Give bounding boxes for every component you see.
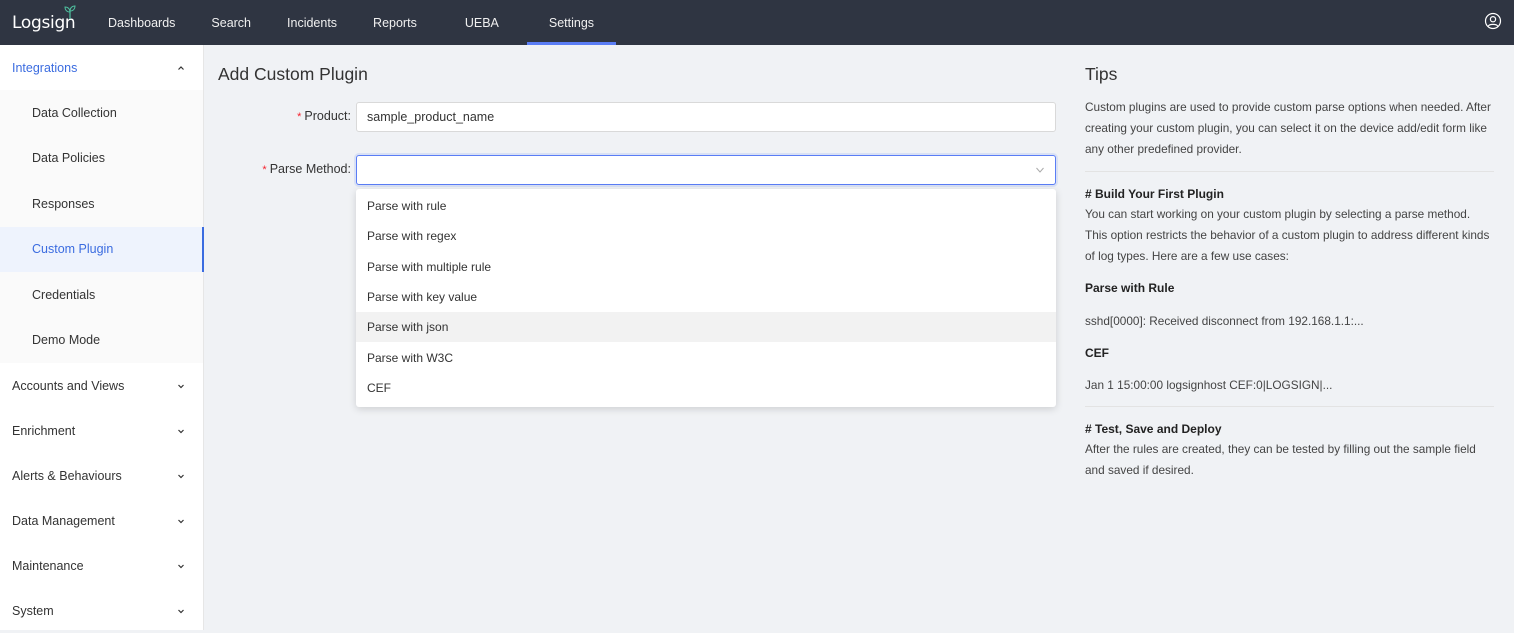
parse-method-dropdown: Parse with rule Parse with regex Parse w… (356, 189, 1056, 407)
deploy-heading: # Test, Save and Deploy (1085, 422, 1222, 436)
nav-search[interactable]: Search (193, 0, 269, 45)
product-label: * Product: (297, 109, 351, 123)
user-account-icon[interactable] (1484, 12, 1502, 30)
sidebar-item-label: Data Collection (32, 105, 117, 120)
chevron-down-icon (1036, 167, 1044, 173)
nav-label: Incidents (287, 15, 338, 30)
sidebar-group-system[interactable]: System (0, 588, 203, 633)
sidebar-group-data-management[interactable]: Data Management (0, 498, 203, 543)
deploy-text: After the rules are created, they can be… (1085, 442, 1476, 477)
option-parse-with-regex[interactable]: Parse with regex (356, 221, 1056, 251)
sidebar-group-alerts-behaviours[interactable]: Alerts & Behaviours (0, 453, 203, 498)
parse-method-select[interactable] (356, 155, 1056, 185)
option-parse-with-json[interactable]: Parse with json (356, 312, 1056, 343)
top-navbar: Logsign Dashboards Search Incidents Repo… (0, 0, 1514, 45)
sidebar-item-responses[interactable]: Responses (0, 181, 203, 227)
divider (1085, 406, 1494, 407)
sidebar-item-label: Custom Plugin (32, 242, 114, 257)
parse-method-label-text: Parse Method (269, 162, 348, 176)
required-marker: * (262, 164, 267, 176)
nav-ueba[interactable]: UEBA (435, 0, 527, 45)
nav-incidents[interactable]: Incidents (269, 0, 355, 45)
logsign-logo[interactable]: Logsign (0, 0, 108, 45)
rule-example: sshd[0000]: Received disconnect from 192… (1085, 314, 1364, 328)
sidebar-item-data-policies[interactable]: Data Policies (0, 136, 203, 182)
option-cef[interactable]: CEF (356, 373, 1056, 403)
nav-label: Dashboards (108, 15, 176, 30)
integrations-submenu: Data Collection Data Policies Responses … (0, 90, 204, 364)
chevron-down-icon (178, 519, 184, 523)
chevron-down-icon (178, 564, 184, 568)
option-parse-with-key-value[interactable]: Parse with key value (356, 282, 1056, 312)
nav-settings[interactable]: Settings (526, 0, 617, 45)
chevron-down-icon (178, 474, 184, 478)
divider (1085, 171, 1494, 172)
cef-example: Jan 1 15:00:00 logsignhost CEF:0|LOGSIGN… (1085, 378, 1333, 392)
cef-heading: CEF (1085, 346, 1109, 360)
sidebar-item-label: Responses (32, 196, 95, 211)
nav-label: Settings (548, 15, 595, 30)
custom-plugin-form: Add Custom Plugin * Product: sample_produ… (205, 45, 1065, 630)
chevron-down-icon (178, 384, 184, 388)
parse-method-label: * Parse Method: (262, 162, 351, 176)
sprout-icon (64, 5, 76, 19)
sidebar-item-label: Data Policies (32, 151, 105, 166)
sidebar-group-label: Data Management (12, 513, 115, 528)
product-label-text: Product (304, 109, 348, 123)
sidebar-group-label: Enrichment (12, 423, 76, 438)
chevron-down-icon (178, 429, 184, 433)
settings-sidebar: Integrations Data Collection Data Polici… (0, 45, 204, 630)
nav-reports[interactable]: Reports (355, 0, 435, 45)
page-title: Add Custom Plugin (218, 64, 368, 84)
sidebar-group-maintenance[interactable]: Maintenance (0, 543, 203, 588)
sidebar-item-demo-mode[interactable]: Demo Mode (0, 318, 203, 364)
tips-panel: Tips Custom plugins are used to provide … (1076, 45, 1496, 630)
sidebar-group-label: Accounts and Views (12, 378, 125, 393)
rule-heading: Parse with Rule (1085, 281, 1175, 295)
option-parse-with-multiple-rule[interactable]: Parse with multiple rule (356, 252, 1056, 282)
chevron-up-icon (178, 65, 184, 70)
sidebar-item-label: Credentials (32, 287, 96, 302)
nav-label: UEBA (464, 15, 499, 30)
sidebar-group-label: Integrations (12, 60, 78, 75)
sidebar-group-label: Maintenance (12, 558, 84, 573)
sidebar-item-custom-plugin[interactable]: Custom Plugin (0, 226, 204, 272)
required-marker: * (297, 111, 302, 123)
sidebar-group-label: Alerts & Behaviours (12, 468, 122, 483)
build-heading: # Build Your First Plugin (1085, 187, 1224, 201)
product-input[interactable]: sample_product_name (356, 102, 1056, 132)
chevron-down-icon (178, 609, 184, 613)
sidebar-group-integrations[interactable]: Integrations (0, 45, 203, 90)
option-parse-with-w3c[interactable]: Parse with W3C (356, 342, 1056, 372)
sidebar-group-accounts-and-views[interactable]: Accounts and Views (0, 363, 203, 408)
sidebar-group-label: System (12, 603, 54, 618)
main-nav: Dashboards Search Incidents Reports UEBA… (108, 0, 617, 45)
sidebar-item-label: Demo Mode (32, 333, 101, 348)
nav-dashboards[interactable]: Dashboards (108, 0, 193, 45)
nav-label: Search (211, 15, 252, 30)
sidebar-item-credentials[interactable]: Credentials (0, 272, 203, 318)
sidebar-group-enrichment[interactable]: Enrichment (0, 408, 203, 453)
tips-title: Tips (1085, 64, 1118, 84)
build-text: You can start working on your custom plu… (1085, 207, 1490, 263)
sidebar-item-data-collection[interactable]: Data Collection (0, 90, 203, 136)
option-parse-with-rule[interactable]: Parse with rule (356, 191, 1056, 221)
tips-intro: Custom plugins are used to provide custo… (1085, 100, 1491, 156)
nav-label: Reports (373, 15, 417, 30)
